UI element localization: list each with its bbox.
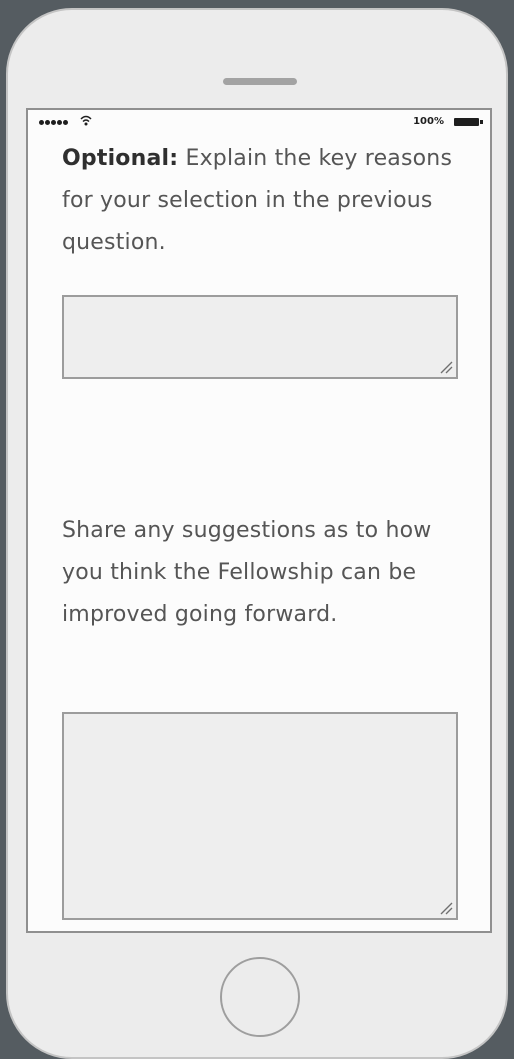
battery-icon	[454, 118, 483, 126]
resize-grip-icon[interactable]	[439, 901, 453, 915]
question-1-label: Optional: Explain the key reasons for yo…	[62, 138, 472, 264]
status-bar: 100%	[28, 110, 490, 132]
question-2-label: Share any suggestions as to how you thin…	[62, 518, 432, 627]
resize-grip-icon[interactable]	[439, 360, 453, 374]
phone-screen: 100% Optional: Explain the key reasons f…	[26, 108, 492, 933]
speaker-slot	[223, 78, 297, 85]
wifi-icon	[80, 115, 92, 126]
question-2-answer-field[interactable]	[62, 712, 458, 920]
signal-dots-icon	[39, 120, 68, 125]
home-button[interactable]	[220, 957, 300, 1037]
question-1-optional-tag: Optional:	[62, 146, 179, 171]
question-1-answer-field[interactable]	[62, 295, 458, 379]
battery-percentage: 100%	[413, 116, 444, 127]
phone-frame: 100% Optional: Explain the key reasons f…	[6, 8, 508, 1059]
